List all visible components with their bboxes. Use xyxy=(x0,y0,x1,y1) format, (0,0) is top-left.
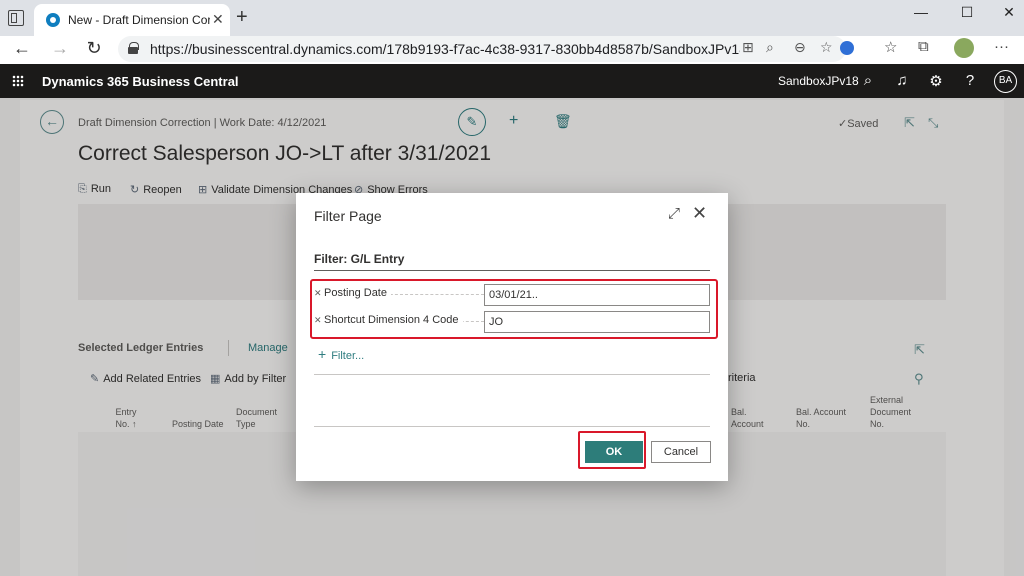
extension-icon[interactable] xyxy=(840,41,854,55)
address-bar[interactable]: https://businesscentral.dynamics.com/178… xyxy=(118,36,846,62)
filter-label: Shortcut Dimension 4 Code xyxy=(324,314,463,326)
new-tab-icon[interactable]: + xyxy=(236,6,248,29)
maximize-icon[interactable]: ☐ xyxy=(952,4,982,21)
filter-row-posting-date: ✕ Posting Date xyxy=(314,284,714,306)
settings-gear-icon[interactable]: ⚙ xyxy=(926,72,946,90)
back-icon[interactable]: ← xyxy=(10,38,34,59)
ok-button[interactable]: OK xyxy=(585,441,643,463)
filter-row-shortcut-dimension: ✕ Shortcut Dimension 4 Code xyxy=(314,311,714,333)
favorite-star-icon[interactable]: ☆ xyxy=(820,39,833,56)
close-dialog-icon[interactable]: ✕ xyxy=(692,203,707,224)
filter-label: Posting Date xyxy=(324,287,391,299)
favorites-icon[interactable]: ☆ xyxy=(884,38,897,56)
refresh-icon[interactable]: ↻ xyxy=(82,38,106,59)
divider xyxy=(314,426,710,427)
cancel-button[interactable]: Cancel xyxy=(651,441,711,463)
browser-tab[interactable]: New - Draft Dimension Correction ✕ xyxy=(34,4,230,36)
more-icon[interactable]: ··· xyxy=(994,38,1009,55)
divider xyxy=(314,374,710,375)
posting-date-filter-input[interactable] xyxy=(484,284,710,306)
remove-filter-icon[interactable]: ✕ xyxy=(314,315,322,326)
forward-icon[interactable]: → xyxy=(48,38,72,59)
plus-icon: + xyxy=(318,346,327,362)
tab-actions-icon[interactable] xyxy=(8,10,24,26)
subtitle-underline xyxy=(314,270,710,271)
app-available-icon[interactable]: ⊞ xyxy=(742,39,754,56)
filter-page-dialog: Filter Page ⤢ ✕ Filter: G/L Entry ✕ Post… xyxy=(296,193,728,481)
read-aloud-icon[interactable]: ⌕ xyxy=(766,39,774,56)
lock-icon xyxy=(128,42,139,54)
browser-toolbar: ← → ↻ https://businesscentral.dynamics.c… xyxy=(0,36,1024,64)
app-bar: Dynamics 365 Business Central SandboxJPv… xyxy=(0,64,1024,98)
profile-avatar[interactable] xyxy=(954,38,974,58)
add-filter-link[interactable]: + Filter... xyxy=(318,346,364,362)
search-icon[interactable]: ⌕ xyxy=(858,72,878,89)
tab-title: New - Draft Dimension Correction xyxy=(68,13,210,27)
notification-bell-icon[interactable]: ♫ xyxy=(892,72,912,89)
environment-name: SandboxJPv18 xyxy=(778,74,859,88)
tab-close-icon[interactable]: ✕ xyxy=(212,11,224,28)
dialog-title: Filter Page xyxy=(314,208,382,224)
collections-icon[interactable]: ⧉ xyxy=(918,38,929,55)
business-central-favicon-icon xyxy=(46,13,60,27)
app-launcher-icon[interactable] xyxy=(12,75,24,87)
url-text: https://businesscentral.dynamics.com/178… xyxy=(150,41,740,57)
remove-filter-icon[interactable]: ✕ xyxy=(314,288,322,299)
window-close-icon[interactable]: ✕ xyxy=(994,4,1024,21)
help-icon[interactable]: ? xyxy=(960,72,980,89)
shortcut-dimension-filter-input[interactable] xyxy=(484,311,710,333)
add-filter-label: Filter... xyxy=(331,350,365,362)
expand-dialog-icon[interactable]: ⤢ xyxy=(668,205,680,222)
user-avatar[interactable]: BA xyxy=(994,70,1017,93)
browser-tab-strip: New - Draft Dimension Correction ✕ + — ☐… xyxy=(0,0,1024,36)
app-name: Dynamics 365 Business Central xyxy=(42,74,239,89)
minimize-icon[interactable]: — xyxy=(906,4,936,20)
filter-subtitle: Filter: G/L Entry xyxy=(314,252,405,266)
zoom-icon[interactable]: ⊖ xyxy=(794,39,806,56)
